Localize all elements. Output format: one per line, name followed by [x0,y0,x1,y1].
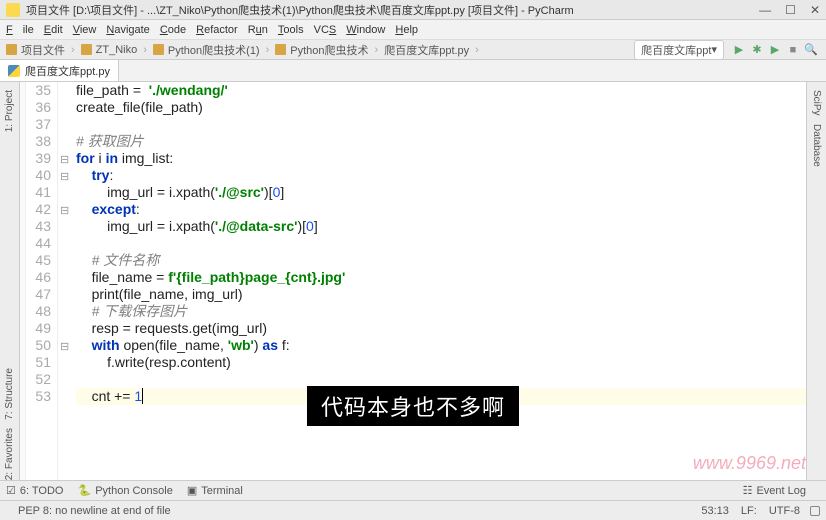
watermark: www.9969.net [693,453,806,474]
close-button[interactable]: ✕ [810,3,820,17]
editor-tab-active[interactable]: 爬百度文库ppt.py [0,60,119,81]
menu-edit[interactable]: Edit [44,24,63,36]
statusbar: PEP 8: no newline at end of file 53:13 L… [0,500,826,520]
tab-python-console[interactable]: 🐍 Python Console [77,484,172,497]
breadcrumb-item[interactable]: Python爬虫技术(1) [153,42,269,58]
folder-icon [153,44,164,55]
pycharm-logo-icon [6,3,20,17]
run-button[interactable]: ▶ [732,43,746,57]
tool-structure[interactable]: 7: Structure [4,368,15,420]
navigation-bar: 项目文件 ZT_Niko Python爬虫技术(1) Python爬虫技术 爬百… [0,40,826,60]
tool-project[interactable]: 1: Project [4,90,15,132]
menu-vcs[interactable]: VCS [314,24,337,36]
breadcrumb-item[interactable]: Python爬虫技术 [275,42,378,58]
tool-scipy[interactable]: SciPy [811,90,822,116]
stop-button[interactable]: ■ [786,43,800,57]
right-tool-strip: SciPy Database [806,82,826,480]
tool-favorites[interactable]: 2: Favorites [4,428,15,480]
status-encoding[interactable]: UTF-8 [769,505,800,517]
menu-window[interactable]: Window [346,24,385,36]
folder-icon [6,44,17,55]
line-number-gutter: 35363738394041424344454647484950515253 [26,82,58,480]
tab-event-log[interactable]: ☷ Event Log [743,484,806,497]
breadcrumb-item[interactable]: 爬百度文库ppt.py [384,42,479,58]
run-coverage-button[interactable]: ▶ [768,43,782,57]
minimize-button[interactable]: — [759,3,771,17]
readonly-lock-icon[interactable] [810,506,820,516]
menu-view[interactable]: View [73,24,97,36]
maximize-button[interactable]: ☐ [785,3,796,17]
video-caption: 代码本身也不多啊 [307,386,519,426]
status-caret-position[interactable]: 53:13 [701,505,729,517]
status-inspection: PEP 8: no newline at end of file [18,505,171,517]
run-configuration-selector[interactable]: 爬百度文库ppt ▾ [634,40,724,60]
menu-file[interactable]: File [6,24,34,36]
python-file-icon [8,65,20,77]
status-line-separator[interactable]: LF: [741,505,757,517]
search-button[interactable]: 🔍 [804,43,818,57]
tab-todo[interactable]: ☑ 6: TODO [6,484,63,497]
menu-code[interactable]: Code [160,24,186,36]
tool-database[interactable]: Database [811,124,822,167]
menu-refactor[interactable]: Refactor [196,24,238,36]
menu-tools[interactable]: Tools [278,24,304,36]
editor-tabs: 爬百度文库ppt.py [0,60,826,82]
tab-terminal[interactable]: ▣ Terminal [187,484,243,497]
breadcrumb-item[interactable]: ZT_Niko [81,44,147,56]
folder-icon [81,44,92,55]
menu-navigate[interactable]: Navigate [106,24,149,36]
window-controls: — ☐ ✕ [759,3,820,17]
menu-run[interactable]: Run [248,24,268,36]
left-tool-strip: 1: Project 7: Structure 2: Favorites [0,82,20,480]
window-titlebar: 项目文件 [D:\项目文件] - ...\ZT_Niko\Python爬虫技术(… [0,0,826,20]
breadcrumb-item[interactable]: 项目文件 [6,42,75,58]
editor-tab-label: 爬百度文库ppt.py [25,63,110,79]
fold-gutter: ⊟⊟⊟⊟ [58,82,72,480]
menu-help[interactable]: Help [395,24,418,36]
debug-button[interactable]: ✱ [750,43,764,57]
window-title: 项目文件 [D:\项目文件] - ...\ZT_Niko\Python爬虫技术(… [26,2,759,18]
folder-icon [275,44,286,55]
menubar: File Edit View Navigate Code Refactor Ru… [0,20,826,40]
bottom-tool-tabs: ☑ 6: TODO 🐍 Python Console ▣ Terminal ☷ … [0,480,826,500]
